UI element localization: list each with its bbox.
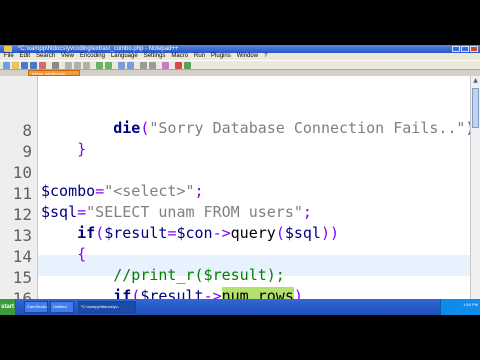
code-line[interactable]: $combo="<select>"; [41, 181, 204, 202]
code-line[interactable]: //print_r($result); [41, 265, 285, 286]
open-file-icon[interactable] [12, 62, 19, 69]
menu-item[interactable]: Window [237, 53, 258, 60]
menu-item[interactable]: Settings [144, 53, 166, 60]
window-title: *C:\xampp\htdocs\yvcoding\extras\_combo.… [18, 46, 179, 52]
menu-item[interactable]: ? [264, 53, 267, 60]
toolbar [0, 60, 480, 70]
title-bar[interactable]: *C:\xampp\htdocs\yvcoding\extras\_combo.… [0, 45, 480, 53]
replace-icon[interactable] [127, 62, 134, 69]
save-icon[interactable] [21, 62, 28, 69]
menu-bar: File Edit Search View Encoding Language Settin… [0, 53, 480, 60]
start-button[interactable]: start [0, 299, 16, 315]
cut-icon[interactable] [65, 62, 72, 69]
menu-item[interactable]: Macro [171, 53, 188, 60]
scroll-up-icon[interactable]: ▲ [471, 76, 480, 85]
line-number: 8 [22, 121, 32, 140]
code-line[interactable]: if($result=$con->query($sql)) [41, 223, 339, 244]
line-number: 14 [12, 247, 32, 266]
clock: 1:50 PM [463, 302, 478, 307]
line-number: 10 [12, 163, 32, 182]
close-icon[interactable] [470, 46, 478, 52]
line-number: 15 [12, 268, 32, 287]
undo-icon[interactable] [96, 62, 103, 69]
line-number: 9 [22, 142, 32, 161]
code-line[interactable]: $sql="SELECT unam FROM users"; [41, 202, 312, 223]
line-number: 13 [12, 226, 32, 245]
paste-icon[interactable] [83, 62, 90, 69]
scrollbar-thumb[interactable] [472, 88, 479, 128]
menu-item[interactable]: Encoding [80, 53, 105, 60]
new-file-icon[interactable] [3, 62, 10, 69]
notepadpp-app-icon [4, 46, 12, 52]
line-number: 12 [12, 205, 32, 224]
window-controls [452, 46, 478, 52]
menu-item[interactable]: File [4, 53, 14, 60]
code-line[interactable]: } [41, 139, 86, 160]
zoom-out-icon[interactable] [149, 62, 156, 69]
menu-item[interactable]: View [61, 53, 74, 60]
close-file-icon[interactable] [39, 62, 46, 69]
task-button-active[interactable]: *C:\xampp\htdocs\yv... [78, 301, 136, 313]
copy-icon[interactable] [74, 62, 81, 69]
zoom-in-icon[interactable] [140, 62, 147, 69]
save-all-icon[interactable] [30, 62, 37, 69]
notepadpp-window: *C:\xampp\htdocs\yvcoding\extras\_combo.… [0, 45, 480, 315]
find-icon[interactable] [118, 62, 125, 69]
redo-icon[interactable] [105, 62, 112, 69]
menu-item[interactable]: Run [194, 53, 205, 60]
menu-item[interactable]: Edit [20, 53, 30, 60]
menu-item[interactable]: Language [111, 53, 138, 60]
system-tray: 1:50 PM [440, 299, 480, 315]
task-button[interactable]: CamStudio [24, 301, 48, 313]
code-editor[interactable]: 8 9 10 11 12 13 14 15 16 17 18 19 die("S… [0, 76, 470, 308]
task-button[interactable]: Untitled [50, 301, 74, 313]
vertical-scrollbar[interactable]: ▲ ▼ [470, 76, 480, 308]
menu-items: File Edit Search View Encoding Language Settin… [4, 53, 267, 60]
line-number: 11 [12, 184, 32, 203]
maximize-icon[interactable] [461, 46, 469, 52]
menu-item[interactable]: Plugins [211, 53, 231, 60]
minimize-icon[interactable] [452, 46, 460, 52]
sync-scroll-icon[interactable] [162, 62, 169, 69]
play-macro-icon[interactable] [184, 62, 191, 69]
record-macro-icon[interactable] [175, 62, 182, 69]
code-line[interactable]: { [41, 244, 86, 265]
windows-taskbar: start CamStudio Untitled *C:\xampp\htdoc… [0, 299, 480, 315]
menu-item[interactable]: Search [36, 53, 55, 60]
print-icon[interactable] [52, 62, 59, 69]
code-line[interactable]: die("Sorry Database Connection Fails..")… [41, 118, 470, 139]
